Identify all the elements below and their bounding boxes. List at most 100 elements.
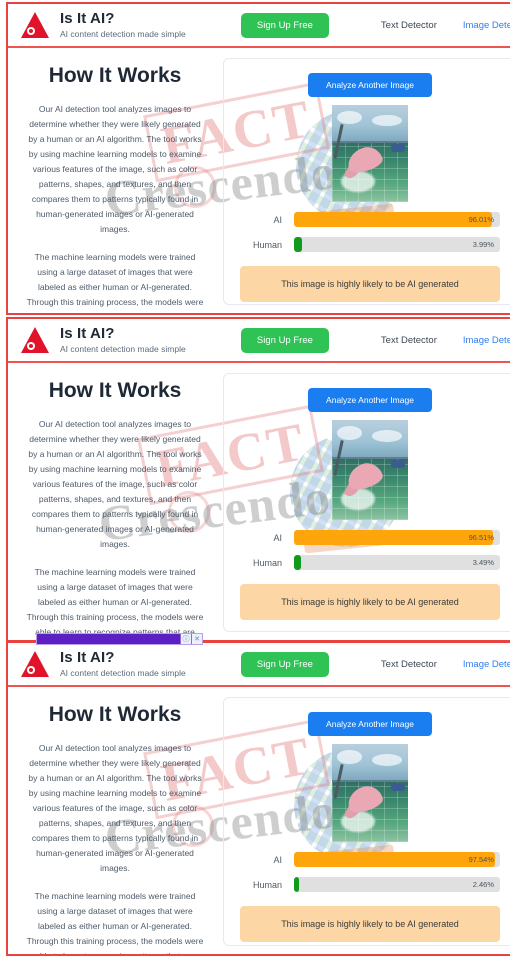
- pyramid-icon: [21, 327, 49, 353]
- page-title: How It Works: [48, 64, 182, 87]
- sign-up-free-button[interactable]: Sign Up Free: [240, 327, 329, 353]
- analyzed-image-preview[interactable]: [332, 744, 408, 842]
- results-panel-2: Analyze Another Image AI 96.51% Human 3.…: [223, 373, 510, 632]
- verdict-banner: This image is highly likely to be AI gen…: [240, 266, 500, 302]
- brand-title: Is It AI?: [60, 325, 115, 342]
- nav-link-text-detector[interactable]: Text Detector: [381, 659, 437, 670]
- site-logo[interactable]: [18, 9, 52, 41]
- brand-block: Is It AI? AI content detection made simp…: [60, 649, 186, 679]
- site-logo[interactable]: [18, 648, 52, 680]
- how-it-works-paragraph-1: Our AI detection tool analyzes images to…: [28, 743, 202, 873]
- how-it-works-paragraph-1: Our AI detection tool analyzes images to…: [28, 104, 202, 234]
- human-score-label: Human: [252, 879, 282, 890]
- how-it-works-paragraph-1: Our AI detection tool analyzes images to…: [28, 419, 202, 549]
- human-score-track: 3.99%: [294, 237, 500, 252]
- how-it-works-paragraph-2: The machine learning models were trained…: [26, 891, 204, 956]
- preview-image-wrap-1: [236, 105, 504, 202]
- human-score-row: Human 3.49%: [240, 555, 500, 570]
- close-icon[interactable]: ✕: [191, 634, 202, 644]
- human-score-percent: 2.46%: [472, 880, 494, 889]
- page-title: How It Works: [48, 379, 182, 402]
- human-score-fill: [294, 237, 303, 252]
- brand-title: Is It AI?: [60, 10, 115, 27]
- human-score-row: Human 3.99%: [240, 237, 500, 252]
- nav-link-text-detector[interactable]: Text Detector: [381, 20, 437, 31]
- brand-tagline: AI content detection made simple: [60, 29, 186, 39]
- brand-block: Is It AI? AI content detection made simp…: [60, 325, 186, 355]
- analyze-another-image-button[interactable]: Analyze Another Image: [308, 73, 432, 97]
- ai-score-label: AI: [273, 532, 282, 543]
- eye-pupil-icon: [29, 668, 33, 672]
- nav-link-image-detector[interactable]: Image Dete: [463, 20, 510, 31]
- preview-boat: [391, 143, 405, 152]
- eye-pupil-icon: [29, 29, 33, 33]
- how-it-works-column-1: How It Works Our AI detection tool analy…: [8, 58, 222, 313]
- header-nav: Text Detector Image Dete: [381, 20, 510, 31]
- score-bars-2: AI 96.51% Human 3.49%: [236, 530, 504, 570]
- site-header-3: Is It AI? AI content detection made simp…: [8, 643, 510, 687]
- preview-horizon: [332, 457, 408, 459]
- screenshot-viewport: Is It AI? AI content detection made simp…: [0, 0, 510, 963]
- human-score-label: Human: [252, 557, 282, 568]
- info-icon[interactable]: ⓘ: [180, 634, 191, 644]
- analyzed-image-preview[interactable]: [332, 105, 408, 202]
- human-score-percent: 3.49%: [472, 558, 494, 567]
- ai-score-fill: [294, 530, 493, 545]
- brand-title: Is It AI?: [60, 649, 115, 666]
- notification-bar-fill: [37, 634, 180, 644]
- ai-score-row: AI 96.01%: [240, 212, 500, 227]
- human-score-percent: 3.99%: [472, 240, 494, 249]
- verdict-banner: This image is highly likely to be AI gen…: [240, 906, 500, 942]
- preview-image-wrap-2: [236, 420, 504, 520]
- page-section-1: Is It AI? AI content detection made simp…: [6, 2, 510, 315]
- pyramid-icon: [21, 12, 49, 38]
- analyze-another-image-button[interactable]: Analyze Another Image: [308, 712, 432, 736]
- site-header-1: Is It AI? AI content detection made simp…: [8, 4, 510, 48]
- nav-link-image-detector[interactable]: Image Dete: [463, 659, 510, 670]
- page-body-3: FACT Crescendo How It Works Our AI detec…: [8, 687, 510, 954]
- page-title: How It Works: [48, 703, 182, 726]
- ai-score-row: AI 96.51%: [240, 530, 500, 545]
- page-section-2: Is It AI? AI content detection made simp…: [6, 317, 510, 642]
- how-it-works-paragraph-2: The machine learning models were trained…: [26, 567, 204, 637]
- human-score-row: Human 2.46%: [240, 877, 500, 892]
- ai-score-track: 96.51%: [294, 530, 500, 545]
- results-panel-3: Analyze Another Image AI 97.54% Human 2.…: [223, 697, 510, 946]
- ai-score-percent: 96.01%: [468, 215, 494, 224]
- human-score-track: 3.49%: [294, 555, 500, 570]
- ai-score-track: 96.01%: [294, 212, 500, 227]
- notification-overlay-bar[interactable]: ⓘ ✕: [36, 633, 203, 645]
- analyzed-image-preview[interactable]: [332, 420, 408, 520]
- preview-boat: [391, 783, 405, 792]
- ai-score-track: 97.54%: [294, 852, 500, 867]
- ai-score-fill: [294, 852, 495, 867]
- score-bars-3: AI 97.54% Human 2.46%: [236, 852, 504, 892]
- how-it-works-paragraph-2: The machine learning models were trained…: [26, 252, 204, 313]
- nav-link-image-detector[interactable]: Image Dete: [463, 335, 510, 346]
- preview-cloud: [371, 753, 402, 766]
- how-it-works-column-3: How It Works Our AI detection tool analy…: [8, 697, 222, 954]
- analyze-another-image-button[interactable]: Analyze Another Image: [308, 388, 432, 412]
- notification-bar-controls: ⓘ ✕: [180, 634, 202, 644]
- sign-up-free-button[interactable]: Sign Up Free: [240, 12, 329, 38]
- page-body-2: FACT Crescendo How It Works Our AI detec…: [8, 363, 510, 640]
- verdict-banner: This image is highly likely to be AI gen…: [240, 584, 500, 620]
- ai-score-percent: 97.54%: [468, 855, 494, 864]
- header-nav: Text Detector Image Dete: [381, 659, 510, 670]
- pyramid-icon: [21, 651, 49, 677]
- preview-image-wrap-3: [236, 744, 504, 842]
- preview-horizon: [332, 140, 408, 143]
- sign-up-free-button[interactable]: Sign Up Free: [240, 651, 329, 677]
- human-score-fill: [294, 877, 300, 892]
- brand-tagline: AI content detection made simple: [60, 344, 186, 354]
- brand-block: Is It AI? AI content detection made simp…: [60, 10, 186, 40]
- nav-link-text-detector[interactable]: Text Detector: [381, 335, 437, 346]
- site-logo[interactable]: [18, 324, 52, 356]
- ai-score-label: AI: [273, 854, 282, 865]
- brand-tagline: AI content detection made simple: [60, 668, 186, 678]
- header-nav: Text Detector Image Dete: [381, 335, 510, 346]
- site-header-2: Is It AI? AI content detection made simp…: [8, 319, 510, 363]
- ai-score-label: AI: [273, 214, 282, 225]
- preview-boat: [391, 460, 405, 468]
- score-bars-1: AI 96.01% Human 3.99%: [236, 212, 504, 252]
